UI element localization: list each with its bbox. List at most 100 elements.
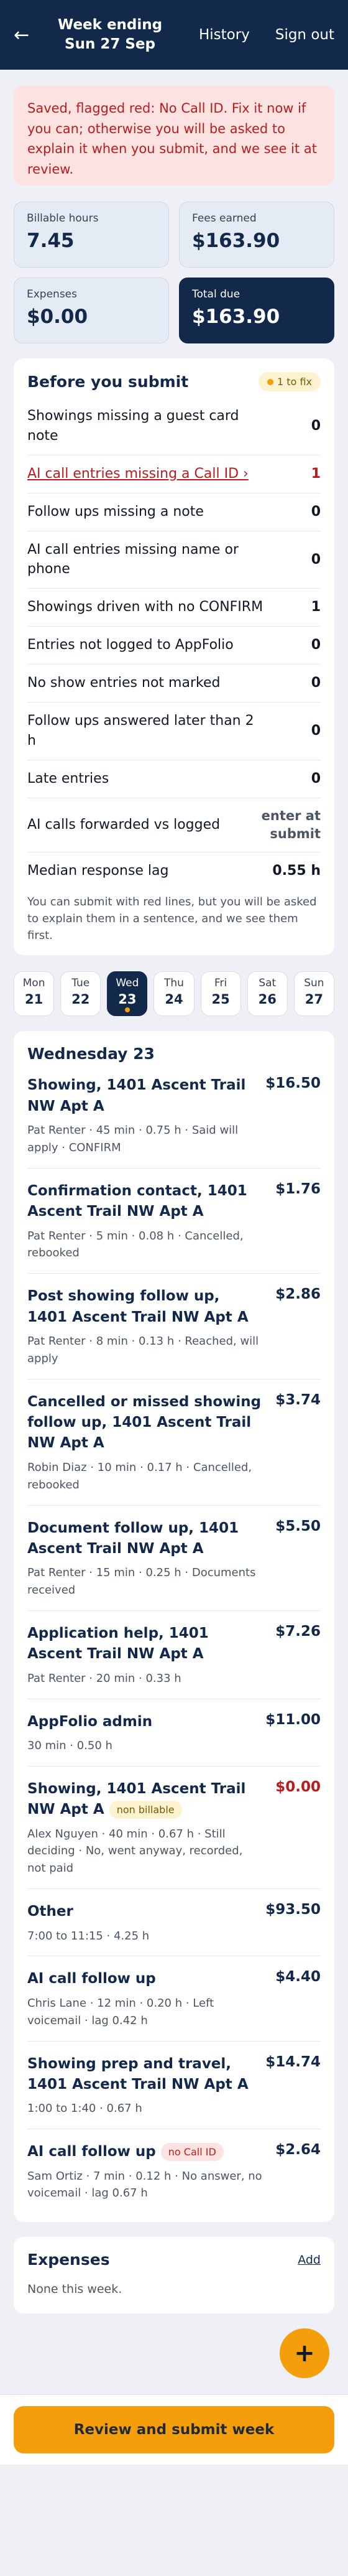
billable-hours-card: Billable hours 7.45: [14, 202, 169, 268]
expenses-label: Expenses: [27, 288, 77, 301]
expenses-value: $0.00: [27, 306, 88, 328]
day-title: Wednesday 23: [27, 1045, 155, 1063]
check-value: 0.55 h: [272, 863, 321, 879]
day-tab[interactable]: Fri 25: [200, 971, 241, 1017]
entry-title-with-tag: Showing, 1401 Ascent Trail NW Apt Anon b…: [27, 1779, 263, 1821]
day-name: Wed: [116, 977, 139, 990]
check-label-link[interactable]: AI call entries missing a Call ID ›: [27, 464, 249, 484]
day-tab[interactable]: Tue 22: [60, 971, 101, 1017]
entry-title: Other: [27, 1903, 73, 1920]
day-tab[interactable]: Mon 21: [14, 971, 55, 1017]
check-value: 0: [311, 503, 321, 520]
check-row-missing-call-id[interactable]: AI call entries missing a Call ID › 1: [27, 455, 321, 493]
fab-container: +: [14, 2328, 334, 2379]
billable-hours-value: 7.45: [27, 230, 75, 252]
fees-earned-card: Fees earned $163.90: [179, 202, 334, 268]
review-submit-button[interactable]: Review and submit week: [14, 2406, 334, 2454]
back-arrow-icon[interactable]: ←: [14, 24, 51, 46]
entry-title: Showing prep and travel, 1401 Ascent Tra…: [27, 2055, 249, 2093]
entry-row[interactable]: Application help, 1401 Ascent Trail NW A…: [27, 1611, 321, 1699]
add-expense-link[interactable]: Add: [298, 2253, 321, 2267]
check-label: Follow ups answered later than 2 h: [27, 713, 254, 749]
day-tab[interactable]: Sun 27: [293, 971, 334, 1017]
day-tab[interactable]: Sat 26: [247, 971, 288, 1017]
entry-title: Post showing follow up, 1401 Ascent Trai…: [27, 1288, 249, 1325]
day-date: 23: [118, 992, 137, 1007]
day-date: 24: [165, 992, 183, 1007]
entry-amount: $3.74: [275, 1391, 321, 1408]
entry-amount: $2.86: [275, 1286, 321, 1303]
check-label: Late entries: [27, 770, 109, 786]
day-date: 26: [258, 992, 277, 1007]
entry-title: Confirmation contact, 1401 Ascent Trail …: [27, 1182, 247, 1220]
day-entries-card: Wednesday 23 Showing, 1401 Ascent Trail …: [14, 1031, 334, 2223]
check-row: Showings missing a guest card note 0: [27, 398, 321, 455]
entry-detail: Pat Renter · 5 min · 0.08 h · Cancelled,…: [27, 1229, 244, 1260]
sign-out-link[interactable]: Sign out: [275, 27, 334, 43]
top-bar: ← Week ending Sun 27 Sep History Sign ou…: [0, 0, 348, 70]
fix-count-text: 1 to fix: [277, 376, 312, 388]
entry-detail: Sam Ortiz · 7 min · 0.12 h · No answer, …: [27, 2169, 262, 2200]
entry-row[interactable]: Post showing follow up, 1401 Ascent Trai…: [27, 1274, 321, 1379]
expenses-card: Expenses $0.00: [14, 278, 169, 343]
entry-title: AI call follow up: [27, 2144, 156, 2160]
billable-hours-label: Billable hours: [27, 212, 99, 225]
check-label: Showings missing a guest card note: [27, 408, 239, 444]
entry-row[interactable]: Document follow up, 1401 Ascent Trail NW…: [27, 1506, 321, 1612]
entry-amount: $0.00: [275, 1778, 321, 1795]
check-value: 0: [311, 418, 321, 434]
entry-detail: Alex Nguyen · 40 min · 0.67 h · Still de…: [27, 1827, 243, 1875]
check-label: AI call entries missing name or phone: [27, 541, 239, 577]
check-row: Late entries 0: [27, 760, 321, 798]
entry-row[interactable]: AI call follow up no Call ID Sam Ortiz · …: [27, 2129, 321, 2213]
submit-note: You can submit with red lines, but you w…: [27, 895, 317, 943]
check-value: 1: [311, 465, 321, 482]
entry-amount: $1.76: [275, 1180, 321, 1197]
entry-amount: $2.64: [275, 2142, 321, 2158]
day-tab-selected[interactable]: Wed 23: [107, 971, 148, 1017]
bottom-bar: Review and submit week: [0, 2394, 348, 2465]
total-due-value: $163.90: [192, 306, 280, 328]
entry-amount: $7.26: [275, 1623, 321, 1640]
check-label: Showings driven with no CONFIRM: [27, 599, 263, 615]
entry-title: Document follow up, 1401 Ascent Trail NW…: [27, 1519, 239, 1557]
summary-stats: Billable hours 7.45 Fees earned $163.90 …: [14, 202, 334, 343]
entry-row[interactable]: AI call follow up Chris Lane · 12 min · …: [27, 1956, 321, 2042]
check-row: Entries not logged to AppFolio 0: [27, 627, 321, 665]
check-value: 0: [311, 722, 321, 739]
check-label: Median response lag: [27, 863, 169, 879]
add-entry-plus-icon[interactable]: +: [280, 2328, 329, 2379]
non-billable-tag: non billable: [109, 1801, 182, 1819]
expenses-title: Expenses: [27, 2251, 110, 2269]
day-date: 27: [304, 992, 324, 1007]
entry-detail: Pat Renter · 8 min · 0.13 h · Reached, w…: [27, 1334, 259, 1365]
day-name: Sat: [259, 977, 277, 990]
check-label: AI calls forwarded vs logged: [27, 817, 221, 833]
entry-title: Application help, 1401 Ascent Trail NW A…: [27, 1625, 209, 1663]
fees-earned-label: Fees earned: [192, 212, 257, 225]
entry-row[interactable]: Showing prep and travel, 1401 Ascent Tra…: [27, 2042, 321, 2130]
entry-row[interactable]: AppFolio admin 30 min · 0.50 h $11.00: [27, 1699, 321, 1766]
fees-earned-value: $163.90: [192, 230, 280, 252]
entry-amount: $14.74: [265, 2053, 321, 2070]
warning-dot-icon: [267, 378, 274, 385]
entry-row[interactable]: Cancelled or missed showing follow up, 1…: [27, 1379, 321, 1506]
day-name: Mon: [22, 977, 45, 990]
entry-row[interactable]: Other 7:00 to 11:15 · 4.25 h $93.50: [27, 1889, 321, 1957]
history-link[interactable]: History: [199, 27, 250, 43]
day-tab[interactable]: Thu 24: [153, 971, 195, 1017]
entry-row[interactable]: Showing, 1401 Ascent Trail NW Apt A Pat …: [27, 1063, 321, 1169]
entry-row[interactable]: Confirmation contact, 1401 Ascent Trail …: [27, 1169, 321, 1274]
check-value: 0: [311, 675, 321, 691]
entry-detail: 7:00 to 11:15 · 4.25 h: [27, 1929, 150, 1943]
no-call-id-tag: no Call ID: [160, 2143, 224, 2162]
entry-title: Showing, 1401 Ascent Trail NW Apt A: [27, 1077, 246, 1114]
entry-row[interactable]: Showing, 1401 Ascent Trail NW Apt Anon b…: [27, 1766, 321, 1890]
day-date: 25: [211, 992, 230, 1007]
entry-detail: Pat Renter · 45 min · 0.75 h · Said will…: [27, 1124, 239, 1154]
check-row: AI calls forwarded vs logged enter at su…: [27, 798, 321, 853]
entry-detail: 1:00 to 1:40 · 0.67 h: [27, 2102, 142, 2116]
check-label: Entries not logged to AppFolio: [27, 637, 234, 653]
before-submit-card: Before you submit 1 to fix Showings miss…: [14, 358, 334, 956]
total-due-card: Total due $163.90: [179, 278, 334, 343]
